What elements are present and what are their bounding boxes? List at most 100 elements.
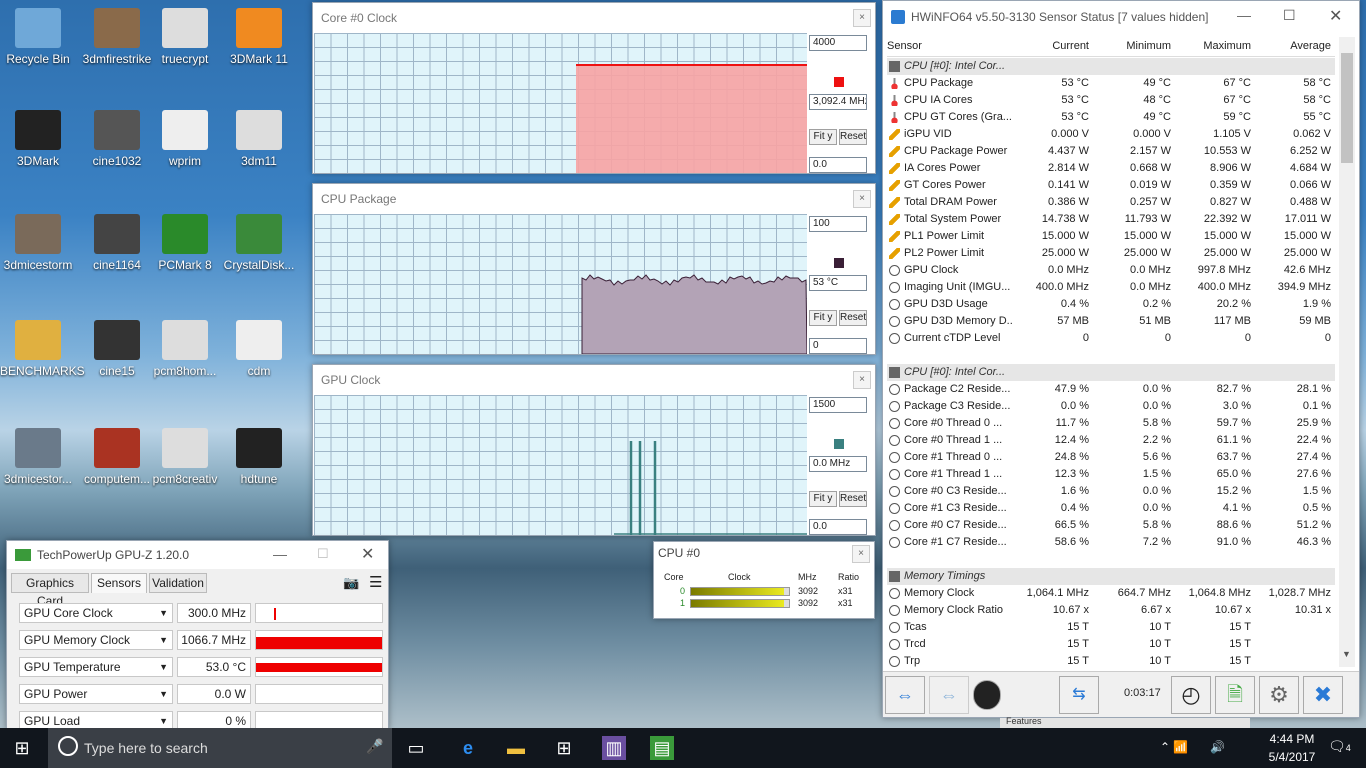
volume-icon[interactable]: 🔊 bbox=[1210, 740, 1225, 754]
desktop-icon[interactable]: cine1164 bbox=[79, 214, 155, 272]
settings-icon[interactable]: ⚙ bbox=[1259, 676, 1299, 714]
desktop-icon[interactable]: 3DMark bbox=[0, 110, 76, 168]
sensor-row[interactable]: CPU GT Cores (Gra... 53 °C 49 °C 59 °C 55 °C bbox=[887, 109, 1335, 126]
sensor-row[interactable]: Core #0 C7 Reside... 66.5 % 5.8 % 88.6 % 51.… bbox=[887, 517, 1335, 534]
close-icon[interactable]: ✕ bbox=[1329, 6, 1342, 26]
task-view-icon[interactable]: ▭ bbox=[404, 736, 428, 760]
sensor-row[interactable]: Trp 15 T 10 T 15 T bbox=[887, 653, 1335, 670]
sensor-row[interactable]: Current cTDP Level 0 0 0 0 bbox=[887, 330, 1335, 347]
system-clock[interactable]: 4:44 PM 5/4/2017 bbox=[1262, 732, 1322, 764]
gpuz-sensor-name[interactable]: GPU Power ▼ bbox=[19, 684, 173, 704]
fit-y-button[interactable]: Fit y bbox=[809, 129, 837, 145]
file-explorer-icon[interactable]: ▬ bbox=[504, 736, 528, 760]
series-color-swatch[interactable] bbox=[834, 439, 844, 449]
column-header[interactable]: Maximum bbox=[1175, 40, 1251, 52]
series-color-swatch[interactable] bbox=[834, 258, 844, 268]
desktop-icon[interactable]: cine15 bbox=[79, 320, 155, 378]
desktop-icon[interactable]: 3dmicestorm bbox=[0, 214, 76, 272]
sensor-group-header[interactable]: CPU [#0]: Intel Cor... bbox=[887, 58, 1335, 75]
reset-button[interactable]: Reset bbox=[839, 310, 867, 326]
desktop-icon[interactable]: CrystalDisk... bbox=[221, 214, 297, 272]
desktop-icon[interactable]: pcm8creativ bbox=[147, 428, 223, 486]
desktop-icon[interactable]: BENCHMARKS bbox=[0, 320, 85, 378]
camera-icon[interactable]: 📷 bbox=[343, 575, 359, 591]
scrollbar-thumb[interactable] bbox=[1341, 53, 1353, 163]
reset-button[interactable]: Reset bbox=[839, 491, 867, 507]
windows-start-icon[interactable]: ⊞ bbox=[10, 736, 34, 760]
add-report-icon[interactable]: 🗎 bbox=[1215, 676, 1255, 714]
desktop-icon[interactable]: wprim bbox=[147, 110, 223, 168]
sensor-row[interactable]: CPU Package Power 4.437 W 2.157 W 10.553 W 6… bbox=[887, 143, 1335, 160]
desktop-icon[interactable]: 3dm11 bbox=[221, 110, 297, 168]
graph-min-input[interactable]: 0.0 bbox=[809, 157, 867, 173]
desktop-icon[interactable]: truecrypt bbox=[147, 8, 223, 66]
sensor-row[interactable]: Core #0 Thread 0 ... 11.7 % 5.8 % 59.7 % 25.… bbox=[887, 415, 1335, 432]
reset-button[interactable]: Reset bbox=[839, 129, 867, 145]
gpuz-sensor-name[interactable]: GPU Core Clock ▼ bbox=[19, 603, 173, 623]
desktop-icon[interactable]: hdtune bbox=[221, 428, 297, 486]
maximize-icon[interactable]: ☐ bbox=[317, 546, 329, 562]
microphone-icon[interactable]: 🎤 bbox=[366, 738, 383, 755]
column-header[interactable]: Current bbox=[1017, 40, 1089, 52]
sensor-row[interactable]: Core #0 Thread 1 ... 12.4 % 2.2 % 61.1 % 22.… bbox=[887, 432, 1335, 449]
maximize-icon[interactable]: ☐ bbox=[1283, 7, 1296, 24]
fan-icon[interactable] bbox=[973, 680, 1001, 710]
desktop-icon[interactable]: computem... bbox=[79, 428, 155, 486]
desktop-icon[interactable]: Recycle Bin bbox=[0, 8, 76, 66]
close-icon[interactable]: ✕ bbox=[361, 544, 374, 564]
close-button[interactable]: × bbox=[852, 545, 870, 563]
vertical-scrollbar[interactable]: ▼ bbox=[1339, 37, 1355, 667]
navigate-left-right-icon[interactable]: ⇔ bbox=[885, 676, 925, 714]
hwinfo-taskbar-icon[interactable]: ▥ bbox=[602, 736, 626, 760]
desktop-icon[interactable]: cine1032 bbox=[79, 110, 155, 168]
graph-max-input[interactable]: 4000 bbox=[809, 35, 867, 51]
sensor-row[interactable]: Trcd 15 T 10 T 15 T bbox=[887, 636, 1335, 653]
desktop-icon[interactable]: pcm8hom... bbox=[147, 320, 223, 378]
gpuz-sensor-name[interactable]: GPU Memory Clock ▼ bbox=[19, 630, 173, 650]
sensor-group-header[interactable]: CPU [#0]: Intel Cor... bbox=[887, 364, 1335, 381]
desktop-icon[interactable]: 3DMark 11 bbox=[221, 8, 297, 66]
graph-max-input[interactable]: 100 bbox=[809, 216, 867, 232]
desktop-icon[interactable]: cdm bbox=[221, 320, 297, 378]
fit-y-button[interactable]: Fit y bbox=[809, 491, 837, 507]
sensor-row[interactable]: Total DRAM Power 0.386 W 0.257 W 0.827 W 0.4… bbox=[887, 194, 1335, 211]
desktop-icon[interactable]: PCMark 8 bbox=[147, 214, 223, 272]
close-button[interactable]: × bbox=[853, 190, 871, 208]
network-icon[interactable]: ⇆ bbox=[1059, 676, 1099, 714]
graph-min-input[interactable]: 0.0 bbox=[809, 519, 867, 535]
sensor-row[interactable]: Package C3 Reside... 0.0 % 0.0 % 3.0 % 0.1 % bbox=[887, 398, 1335, 415]
sensor-row[interactable]: Tcas 15 T 10 T 15 T bbox=[887, 619, 1335, 636]
graph-max-input[interactable]: 1500 bbox=[809, 397, 867, 413]
close-button[interactable]: × bbox=[853, 371, 871, 389]
close-button[interactable]: × bbox=[853, 9, 871, 27]
sensor-row[interactable]: iGPU VID 0.000 V 0.000 V 1.105 V 0.062 V bbox=[887, 126, 1335, 143]
column-header[interactable]: Sensor bbox=[887, 40, 1013, 52]
gpuz-tab[interactable]: Sensors bbox=[91, 573, 147, 593]
edge-icon[interactable]: e bbox=[456, 736, 480, 760]
sensor-row[interactable]: GPU D3D Usage 0.4 % 0.2 % 20.2 % 1.9 % bbox=[887, 296, 1335, 313]
sensor-row[interactable]: Imaging Unit (IMGU... 400.0 MHz 0.0 MHz 400… bbox=[887, 279, 1335, 296]
sensor-row[interactable]: Core #0 C3 Reside... 1.6 % 0.0 % 15.2 % 1.5 … bbox=[887, 483, 1335, 500]
gpuz-sensor-name[interactable]: GPU Temperature ▼ bbox=[19, 657, 173, 677]
sensor-row[interactable]: IA Cores Power 2.814 W 0.668 W 8.906 W 4.684… bbox=[887, 160, 1335, 177]
sensor-row[interactable]: GT Cores Power 0.141 W 0.019 W 0.359 W 0.066… bbox=[887, 177, 1335, 194]
sensor-row[interactable]: Memory Clock 1,064.1 MHz 664.7 MHz 1,064.8 … bbox=[887, 585, 1335, 602]
series-color-swatch[interactable] bbox=[834, 77, 844, 87]
column-header[interactable]: Average bbox=[1255, 40, 1331, 52]
sensor-row[interactable]: Memory Clock Ratio 10.67 x 6.67 x 10.67 x 10… bbox=[887, 602, 1335, 619]
sensor-row[interactable]: Core #1 Thread 0 ... 24.8 % 5.6 % 63.7 % 27.… bbox=[887, 449, 1335, 466]
sensor-row[interactable]: PL1 Power Limit 15.000 W 15.000 W 15.000 W 1… bbox=[887, 228, 1335, 245]
fit-y-button[interactable]: Fit y bbox=[809, 310, 837, 326]
sensor-row[interactable]: Package C2 Reside... 47.9 % 0.0 % 82.7 % 28.… bbox=[887, 381, 1335, 398]
sensor-row[interactable]: Total System Power 14.738 W 11.793 W 22.392… bbox=[887, 211, 1335, 228]
graph-min-input[interactable]: 0 bbox=[809, 338, 867, 354]
network-status-icon[interactable]: ⌃ 📶 bbox=[1160, 740, 1188, 754]
sensor-row[interactable]: GPU D3D Memory D... 57 MB 51 MB 117 MB 59 MB bbox=[887, 313, 1335, 330]
chevron-down-icon[interactable]: ▼ bbox=[1342, 649, 1351, 659]
gpuz-tab[interactable]: Validation bbox=[149, 573, 207, 593]
navigate-collapse-icon[interactable]: ⇔ bbox=[929, 676, 969, 714]
store-icon[interactable]: ⊞ bbox=[552, 736, 576, 760]
sensor-row[interactable]: Core #1 C3 Reside... 0.4 % 0.0 % 4.1 % 0.5 % bbox=[887, 500, 1335, 517]
minimize-icon[interactable]: — bbox=[1237, 7, 1251, 23]
sensor-row[interactable]: CPU Package 53 °C 49 °C 67 °C 58 °C bbox=[887, 75, 1335, 92]
